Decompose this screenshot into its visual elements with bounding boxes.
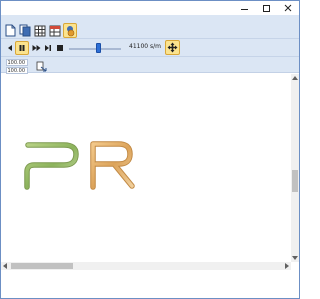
dimensions-row: 100.00 100.00 <box>1 56 299 74</box>
new-page-icon <box>5 24 15 37</box>
step-back-icon <box>8 45 12 51</box>
close-button[interactable] <box>277 1 299 15</box>
scroll-up-button[interactable] <box>291 74 299 82</box>
chevron-right-icon <box>285 263 289 269</box>
title-bar <box>1 1 299 15</box>
vertical-scrollbar[interactable] <box>291 74 299 262</box>
resize-page-icon <box>36 61 46 71</box>
robot-settings-icon <box>66 25 74 36</box>
stop-button[interactable] <box>53 41 67 55</box>
width-field[interactable]: 100.00 <box>6 59 28 66</box>
height-field[interactable]: 100.00 <box>6 67 28 74</box>
copy-pages-button[interactable] <box>18 23 32 38</box>
letter-r <box>90 141 135 190</box>
move-arrows-icon <box>167 42 178 53</box>
copy-pages-icon <box>19 24 31 37</box>
maximize-button[interactable] <box>255 1 277 15</box>
ribbon-toolbar: 41100 s/m 100.00 100.00 <box>1 15 299 74</box>
playback-row: 41100 s/m <box>1 38 299 56</box>
maximize-icon <box>262 4 270 12</box>
speed-readout: 41100 s/m <box>129 43 161 50</box>
robot-settings-button[interactable] <box>63 23 77 38</box>
speed-slider-thumb[interactable] <box>95 43 101 53</box>
grid-icon <box>34 25 46 36</box>
stop-icon <box>57 45 63 51</box>
table-button[interactable] <box>48 23 62 38</box>
apply-size-button[interactable] <box>35 60 47 72</box>
fast-forward-icon <box>32 45 40 51</box>
horizontal-scrollbar[interactable] <box>1 262 291 270</box>
app-window: 41100 s/m 100.00 100.00 <box>0 0 300 299</box>
close-icon <box>284 4 292 12</box>
status-area <box>1 270 299 298</box>
chevron-up-icon <box>292 76 298 80</box>
new-page-button[interactable] <box>3 23 17 38</box>
vertical-scroll-thumb[interactable] <box>292 170 298 192</box>
pause-button[interactable] <box>15 41 29 55</box>
chevron-down-icon <box>292 256 298 260</box>
pan-button[interactable] <box>165 40 180 55</box>
horizontal-scroll-thumb[interactable] <box>11 263 73 269</box>
letter-p <box>24 142 79 190</box>
minimize-button[interactable] <box>233 1 255 15</box>
pause-icon <box>19 45 25 51</box>
table-icon <box>49 25 61 36</box>
scroll-left-button[interactable] <box>1 262 9 270</box>
drawing-canvas[interactable] <box>1 74 291 262</box>
grid-button[interactable] <box>33 23 47 38</box>
scroll-right-button[interactable] <box>283 262 291 270</box>
skip-end-icon <box>45 45 51 51</box>
chevron-left-icon <box>3 263 7 269</box>
scroll-down-button[interactable] <box>291 254 299 262</box>
minimize-icon <box>240 9 248 10</box>
